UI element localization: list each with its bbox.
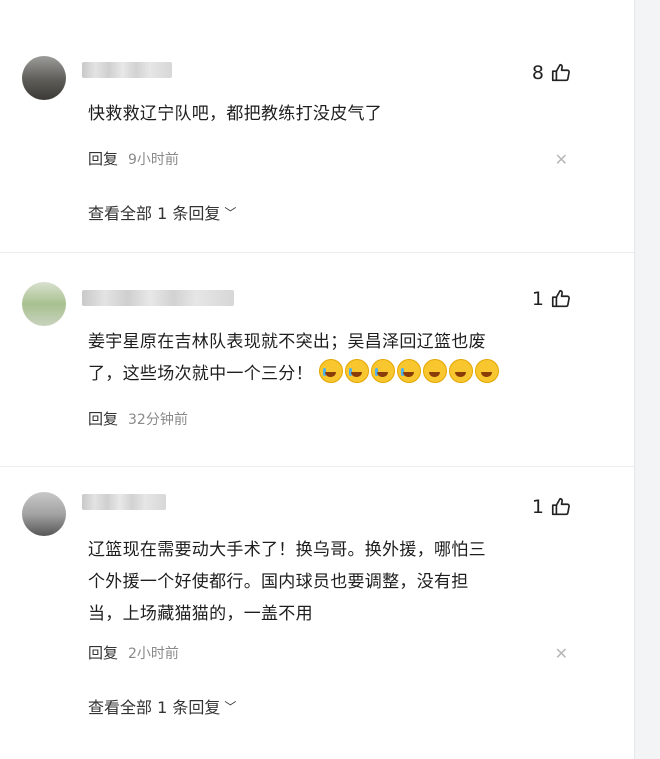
- comment-text-line-1: 姜宇星原在吉林队表现就不突出；吴昌泽回辽篮也废: [88, 332, 486, 352]
- comment-text: 姜宇星原在吉林队表现就不突出；吴昌泽回辽篮也废 了，这些场次就中一个三分！: [88, 326, 578, 390]
- like-button[interactable]: 1: [532, 288, 572, 310]
- scared-emoji: [422, 359, 447, 383]
- view-all-replies-link[interactable]: 查看全部 1 条回复 ﹀: [88, 200, 236, 224]
- avatar[interactable]: [22, 56, 66, 100]
- divider: [0, 466, 634, 467]
- scared-emoji: [448, 359, 473, 383]
- avatar[interactable]: [22, 282, 66, 326]
- timestamp: 2小时前: [128, 645, 179, 662]
- comments-panel: 8 快救救辽宁队吧，都把教练打没皮气了 回复 9小时前 ✕ 查看全部 1 条回复…: [0, 0, 634, 759]
- close-icon[interactable]: ✕: [555, 150, 568, 169]
- like-count: 1: [531, 496, 544, 518]
- comment-text-line-3: 当，上场藏猫猫的，一盖不用: [88, 604, 313, 624]
- view-all-label: 查看全部 1 条回复: [88, 698, 221, 717]
- thumbs-up-icon: [551, 63, 570, 82]
- comment-text-line-1: 辽篮现在需要动大手术了！换乌哥。换外援，哪怕三: [88, 540, 486, 560]
- username-blurred[interactable]: [82, 62, 172, 78]
- avatar[interactable]: [22, 492, 66, 536]
- laughing-crying-emoji: [396, 359, 421, 383]
- comment-text: 快救救辽宁队吧，都把教练打没皮气了: [88, 104, 383, 124]
- chevron-down-icon: ﹀: [224, 699, 237, 714]
- comment-text-line-2: 个外援一个好使都行。国内球员也要调整，没有担: [88, 572, 469, 592]
- scared-emoji: [474, 359, 499, 383]
- like-button[interactable]: 1: [532, 496, 572, 518]
- view-all-label: 查看全部 1 条回复: [88, 204, 221, 223]
- comment-text-line-2-text: 了，这些场次就中一个三分！: [88, 364, 313, 384]
- thumbs-up-icon: [551, 289, 570, 308]
- laughing-crying-emoji: [318, 359, 343, 383]
- like-count: 8: [531, 62, 544, 84]
- like-count: 1: [531, 288, 544, 310]
- username-blurred[interactable]: [82, 494, 166, 510]
- thumbs-up-icon: [551, 497, 570, 516]
- divider: [0, 252, 634, 253]
- username-blurred[interactable]: [82, 290, 234, 306]
- laughing-crying-emoji: [370, 359, 395, 383]
- laughing-crying-emoji: [344, 359, 369, 383]
- reply-button[interactable]: 回复: [88, 408, 118, 429]
- like-button[interactable]: 8: [532, 62, 572, 84]
- timestamp: 32分钟前: [128, 411, 188, 428]
- reply-button[interactable]: 回复: [88, 148, 118, 169]
- comment-text-line-2: 了，这些场次就中一个三分！: [88, 358, 578, 390]
- close-icon[interactable]: ✕: [555, 644, 568, 663]
- chevron-down-icon: ﹀: [224, 205, 237, 220]
- comment-text: 辽篮现在需要动大手术了！换乌哥。换外援，哪怕三 个外援一个好使都行。国内球员也要…: [88, 534, 578, 630]
- reply-button[interactable]: 回复: [88, 642, 118, 663]
- view-all-replies-link[interactable]: 查看全部 1 条回复 ﹀: [88, 694, 236, 718]
- timestamp: 9小时前: [128, 151, 179, 168]
- panel-border: [634, 0, 635, 759]
